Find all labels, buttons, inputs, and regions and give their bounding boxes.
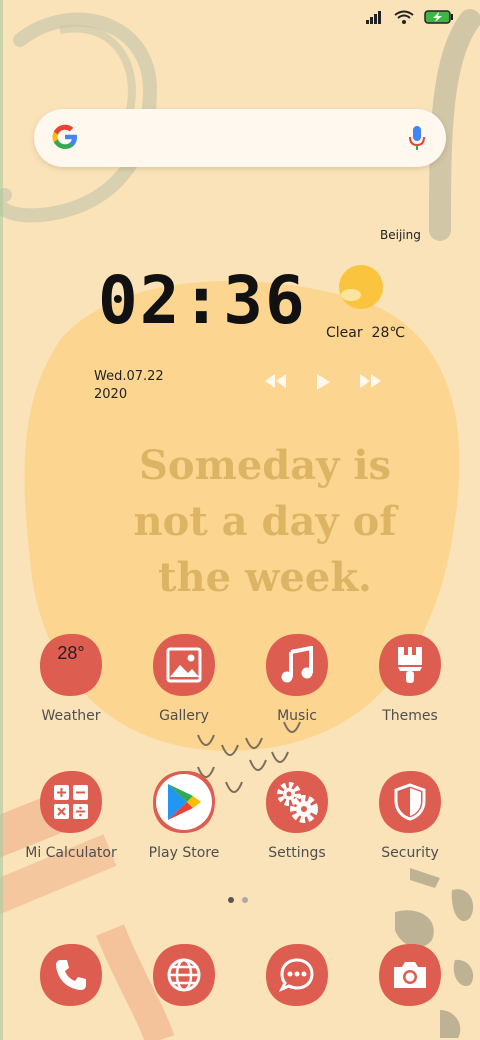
app-themes[interactable]: Themes — [355, 632, 465, 724]
app-label: Music — [277, 708, 317, 724]
wallpaper-quote: Someday is not a day of the week. — [100, 438, 430, 606]
dock-messages[interactable] — [242, 942, 352, 1008]
condition-text: Clear — [326, 325, 363, 341]
gallery-icon — [166, 647, 202, 683]
quote-line: the week. — [158, 554, 372, 601]
camera-icon — [394, 962, 426, 988]
clock-time[interactable]: 02:36 — [98, 262, 307, 339]
app-label: Play Store — [148, 845, 220, 861]
dock-browser[interactable] — [129, 942, 239, 1008]
rewind-icon[interactable] — [262, 372, 288, 390]
dock-camera[interactable] — [355, 942, 465, 1008]
sun-icon — [339, 265, 383, 309]
app-label: Themes — [382, 708, 438, 724]
app-weather[interactable]: 28° Weather — [16, 632, 126, 724]
phone-icon — [56, 960, 86, 990]
play-store-icon — [168, 784, 201, 820]
calculator-icon — [54, 785, 88, 819]
app-mi-calculator[interactable]: Mi Calculator — [16, 769, 126, 861]
app-label: Weather — [41, 708, 101, 724]
app-label: Settings — [268, 845, 326, 861]
app-label: Security — [381, 845, 439, 861]
fast-forward-icon[interactable] — [358, 372, 384, 390]
signal-icon — [366, 11, 381, 24]
browser-icon — [167, 958, 201, 992]
page-indicator[interactable] — [228, 897, 248, 903]
play-icon[interactable] — [314, 372, 332, 392]
battery-charging-icon — [424, 10, 453, 24]
year-line: 2020 — [94, 387, 128, 402]
shield-icon — [394, 783, 426, 821]
date-line: Wed.07.22 — [94, 369, 164, 384]
microphone-icon[interactable] — [408, 125, 426, 151]
app-label: Gallery — [159, 708, 209, 724]
weather-condition: Clear 28℃ — [326, 325, 405, 341]
app-music[interactable]: Music — [242, 632, 352, 724]
date-display: Wed.07.22 2020 — [94, 368, 164, 404]
media-controls — [262, 372, 384, 392]
google-logo-icon — [52, 124, 77, 149]
app-settings[interactable]: Settings — [242, 769, 352, 861]
google-search-bar[interactable] — [34, 109, 446, 167]
messages-icon — [279, 958, 314, 992]
weather-city: Beijing — [380, 228, 421, 242]
temperature-text: 28℃ — [371, 325, 406, 341]
wifi-icon — [394, 10, 414, 24]
app-play-store[interactable]: Play Store — [129, 769, 239, 861]
page-dot — [242, 897, 248, 903]
quote-line: not a day of — [133, 498, 397, 545]
quote-line: Someday is — [138, 442, 392, 489]
app-gallery[interactable]: Gallery — [129, 632, 239, 724]
status-bar — [366, 10, 454, 24]
app-label: Mi Calculator — [25, 845, 117, 861]
music-note-icon — [281, 646, 313, 683]
dock-phone[interactable] — [16, 942, 126, 1008]
gears-icon — [277, 782, 318, 823]
app-security[interactable]: Security — [355, 769, 465, 861]
page-dot-active — [228, 897, 234, 903]
paintbrush-icon — [398, 647, 422, 683]
weather-badge: 28° — [57, 642, 85, 663]
